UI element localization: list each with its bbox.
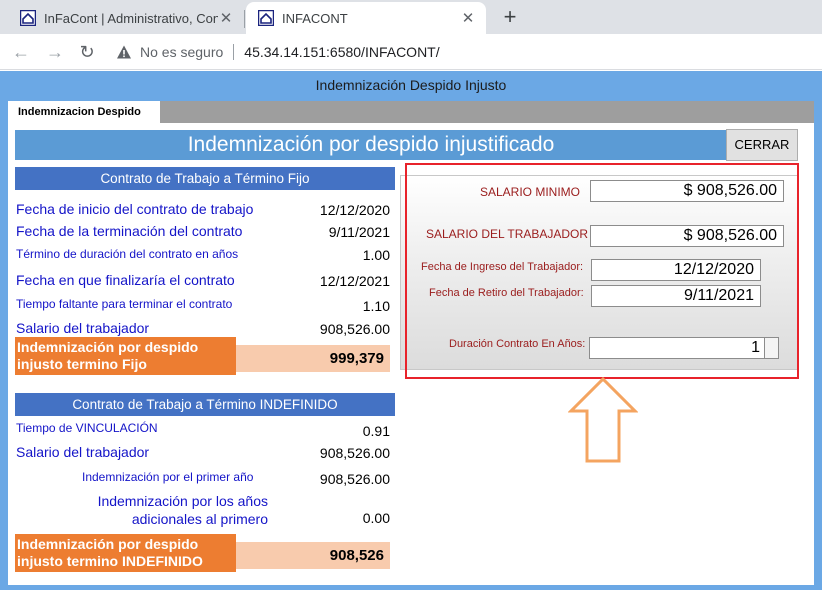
- fijo-label-termino-duracion: Término de duración del contrato en años: [16, 247, 239, 261]
- fijo-value-fecha-terminacion: 9/11/2021: [328, 224, 390, 240]
- indefinido-label-primer-anio: Indemnización por el primer año: [82, 470, 254, 484]
- browser-tab-infacont[interactable]: INFACONT ✕: [246, 2, 486, 34]
- fijo-label-fecha-inicio: Fecha de inicio del contrato de trabajo: [16, 201, 254, 217]
- house-icon: [20, 10, 36, 26]
- indefinido-section-header: Contrato de Trabajo a Término INDEFINIDO: [15, 393, 395, 416]
- indefinido-result-value: 908,526: [236, 542, 390, 569]
- fijo-result-value: 999,379: [236, 345, 390, 372]
- fijo-value-salario: 908,526.00: [319, 321, 390, 337]
- up-arrow-icon: [568, 377, 638, 463]
- forward-arrow-icon[interactable]: →: [42, 39, 68, 65]
- browser-toolbar: ← → ↻ No es seguro 45.34.14.151:6580/INF…: [0, 34, 822, 70]
- fijo-value-fecha-inicio: 12/12/2020: [319, 202, 390, 218]
- indefinido-value-primer-anio: 908,526.00: [319, 471, 390, 487]
- address-separator: [233, 44, 235, 60]
- warning-triangle-icon[interactable]: [116, 44, 132, 60]
- highlight-box: [405, 163, 799, 379]
- browser-tab-infacont-admin[interactable]: InFaCont | Administrativo, Contab ✕: [8, 2, 244, 34]
- address-bar[interactable]: No es seguro 45.34.14.151:6580/INFACONT/: [110, 38, 822, 66]
- close-tab-icon[interactable]: ✕: [460, 9, 476, 27]
- close-tab-icon[interactable]: ✕: [218, 9, 234, 27]
- indefinido-label-salario: Salario del trabajador: [16, 444, 150, 460]
- url-text[interactable]: 45.34.14.151:6580/INFACONT/: [244, 44, 439, 60]
- fijo-result-label: Indemnización por despido injusto termin…: [15, 337, 236, 375]
- window-title: Indemnización Despido Injusto: [315, 77, 507, 93]
- indefinido-value-anios-adicionales: 0.00: [362, 510, 390, 526]
- fijo-label-tiempo-faltante: Tiempo faltante para terminar el contrat…: [16, 297, 233, 311]
- tab-indemnizacion-despido[interactable]: Indemnizacion Despido: [8, 101, 160, 124]
- browser-tab-title: InFaCont | Administrativo, Contab: [44, 10, 218, 26]
- fijo-value-termino-duracion: 1.00: [362, 247, 390, 263]
- indefinido-label-anios-adicionales: Indemnización por los años adicionales a…: [97, 493, 268, 527]
- fijo-label-fecha-terminacion: Fecha de la terminación del contrato: [16, 223, 243, 239]
- back-arrow-icon[interactable]: ←: [8, 39, 34, 65]
- app-page: Indemnización Despido Injusto Indemnizac…: [0, 71, 822, 590]
- indefinido-result-label: Indemnización por despido injusto termin…: [15, 534, 236, 572]
- security-status[interactable]: No es seguro: [140, 44, 223, 60]
- tab-content: Indemnización por despido injustificado …: [8, 123, 814, 585]
- reload-icon[interactable]: ↻: [74, 39, 100, 65]
- new-tab-button[interactable]: +: [498, 4, 522, 30]
- fijo-section-header: Contrato de Trabajo a Término Fijo: [15, 167, 395, 190]
- page-header: Indemnización por despido injustificado: [15, 130, 727, 160]
- tab-separator: [244, 10, 245, 28]
- indefinido-value-vinculacion: 0.91: [362, 423, 390, 439]
- fijo-label-salario: Salario del trabajador: [16, 320, 150, 336]
- browser-tab-title: INFACONT: [282, 10, 348, 26]
- fijo-value-fecha-finalizaria: 12/12/2021: [319, 273, 390, 289]
- indefinido-value-salario: 908,526.00: [319, 445, 390, 461]
- indefinido-label-vinculacion: Tiempo de VINCULACIÓN: [16, 421, 158, 435]
- fijo-value-tiempo-faltante: 1.10: [362, 298, 390, 314]
- cerrar-button[interactable]: CERRAR: [726, 129, 798, 161]
- house-icon: [258, 10, 274, 26]
- browser-tabstrip: InFaCont | Administrativo, Contab ✕ INFA…: [0, 0, 822, 34]
- app-tabbar: Indemnizacion Despido: [8, 101, 814, 124]
- fijo-label-fecha-finalizaria: Fecha en que finalizaría el contrato: [16, 272, 235, 288]
